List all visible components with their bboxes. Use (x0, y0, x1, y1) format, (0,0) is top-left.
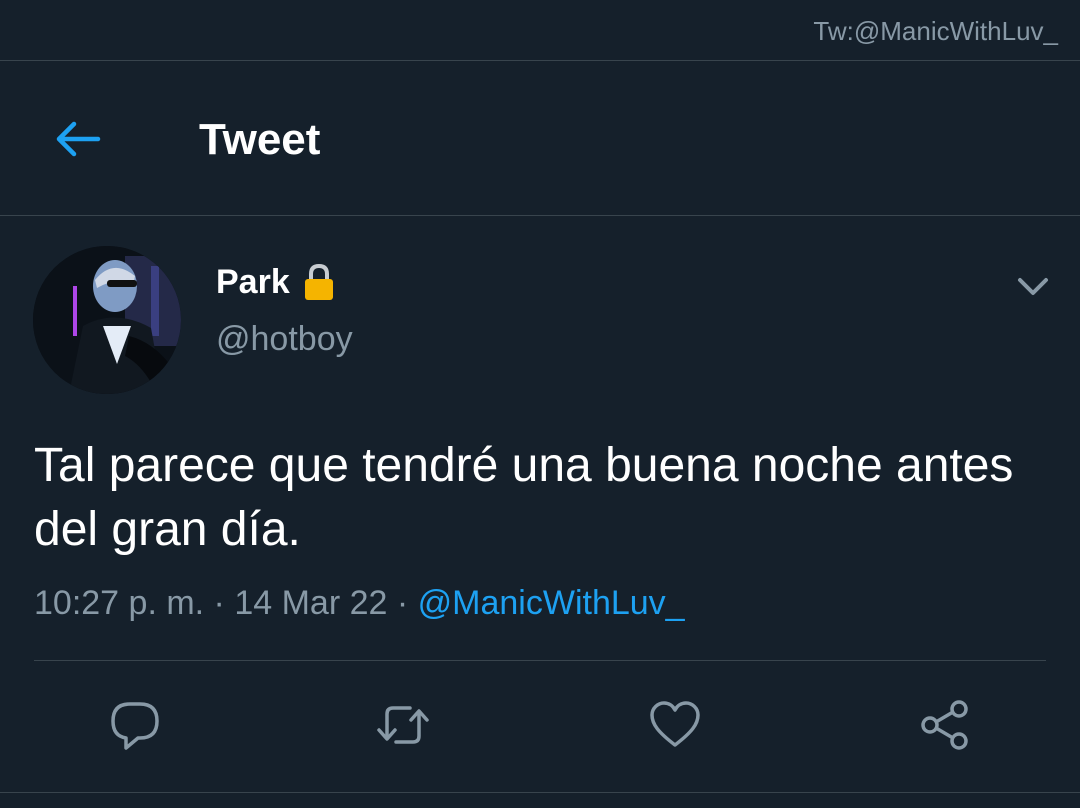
header-divider (0, 215, 1080, 216)
tweet-meta: 10:27 p. m. · 14 Mar 22 · @ManicWithLuv_ (34, 584, 685, 623)
retweet-icon[interactable] (376, 698, 430, 752)
chevron-down-icon[interactable] (1016, 272, 1050, 300)
meta-separator: · (204, 584, 235, 622)
tweet-text: Tal parece que tendré una buena noche an… (34, 439, 1014, 556)
actions-divider (34, 660, 1046, 661)
author-name-row[interactable]: Park (216, 262, 336, 302)
username[interactable]: @hotboy (216, 320, 353, 359)
tweet-source-link[interactable]: @ManicWithLuv_ (418, 584, 685, 622)
share-icon[interactable] (918, 698, 972, 752)
display-name: Park (216, 262, 290, 301)
tweet-detail-screen: Tw:@ManicWithLuv_ Tweet Park @hotboy Tal… (0, 0, 1080, 808)
meta-separator: · (387, 584, 418, 622)
avatar[interactable] (33, 246, 181, 394)
tweet-time: 10:27 p. m. (34, 584, 205, 622)
reply-icon[interactable] (108, 698, 162, 752)
like-icon[interactable] (648, 698, 702, 752)
watermark-text: Tw:@ManicWithLuv_ (813, 16, 1058, 46)
tweet-date: 14 Mar 22 (234, 584, 388, 622)
page-title: Tweet (199, 115, 321, 164)
bottom-divider (0, 792, 1080, 793)
top-divider (0, 60, 1080, 61)
arrow-left-icon[interactable] (52, 114, 102, 164)
lock-icon (304, 263, 333, 300)
